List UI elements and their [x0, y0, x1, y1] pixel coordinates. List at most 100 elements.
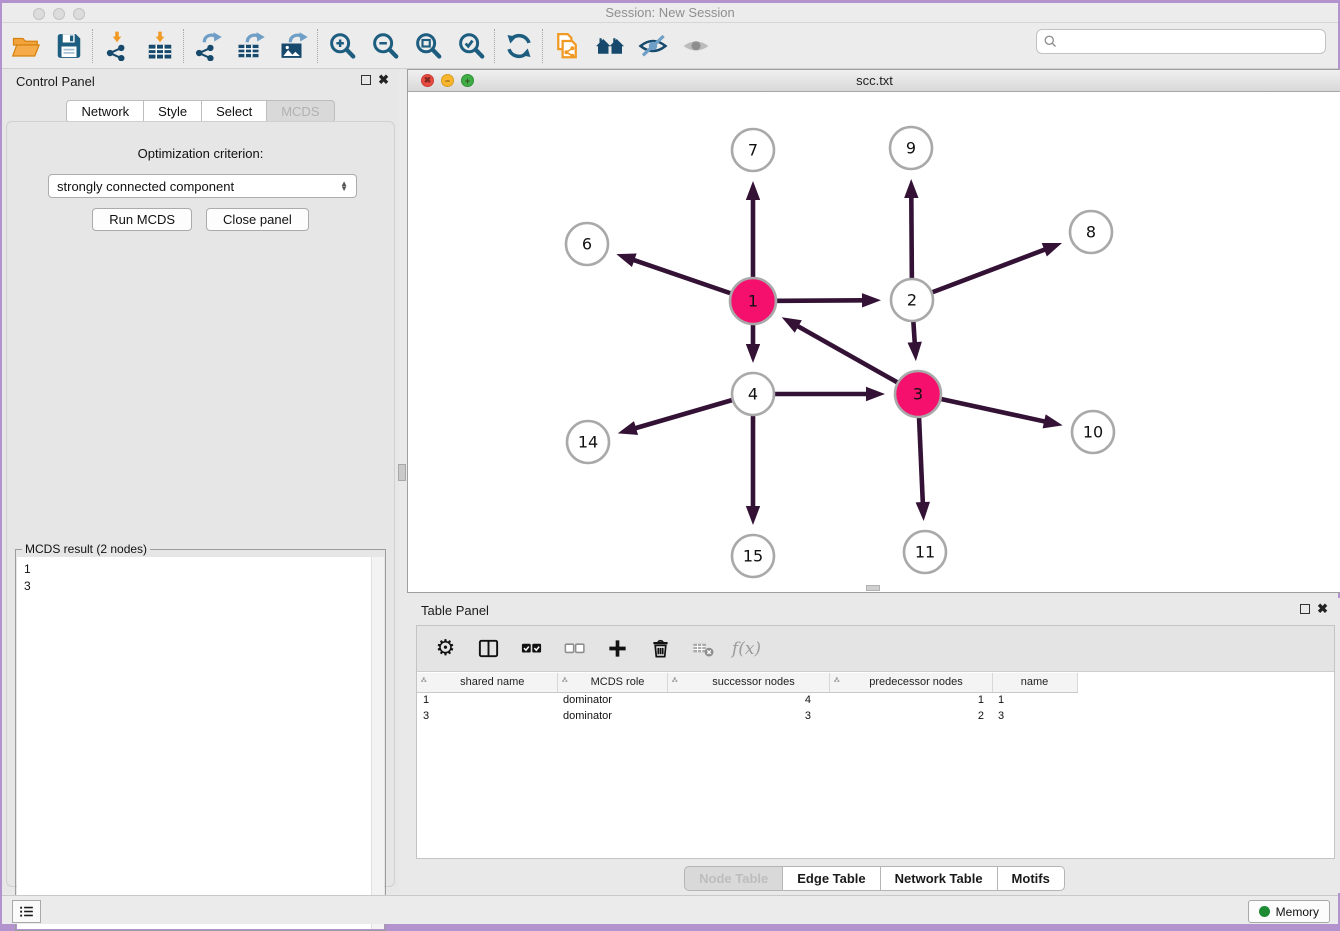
- open-file-button[interactable]: [4, 26, 47, 66]
- node-2[interactable]: 2: [891, 279, 933, 321]
- clone-network-button[interactable]: [545, 26, 588, 66]
- tab-mcds[interactable]: MCDS: [267, 100, 334, 123]
- column-header-MCDS-role[interactable]: MCDS role: [557, 673, 667, 692]
- search-box[interactable]: [1036, 29, 1326, 54]
- float-table-panel-icon[interactable]: [1300, 604, 1310, 614]
- node-table[interactable]: shared name MCDS role successor nodesprede…: [417, 673, 1334, 724]
- home-button[interactable]: [588, 26, 631, 66]
- node-1[interactable]: 1: [730, 278, 776, 324]
- cell-successor-nodes[interactable]: 4: [667, 692, 829, 708]
- node-label: 7: [748, 141, 758, 160]
- close-panel-icon[interactable]: ✖: [378, 74, 389, 86]
- table-panel-header: Table Panel ✖: [407, 598, 1340, 624]
- node-6[interactable]: 6: [566, 223, 608, 265]
- close-table-panel-icon[interactable]: ✖: [1317, 603, 1328, 615]
- add-column-icon: [606, 637, 629, 660]
- delete-column-button[interactable]: [642, 630, 679, 668]
- node-label: 11: [915, 543, 935, 562]
- split-view-button[interactable]: [470, 630, 507, 668]
- close-panel-button[interactable]: Close panel: [206, 208, 309, 231]
- tab-edge-table[interactable]: Edge Table: [783, 866, 880, 891]
- node-14[interactable]: 14: [567, 421, 609, 463]
- search-icon: [1043, 34, 1058, 49]
- select-all-button[interactable]: [513, 630, 550, 668]
- float-panel-icon[interactable]: [361, 75, 371, 85]
- arrowhead-2-3: [908, 342, 922, 361]
- node-10[interactable]: 10: [1072, 411, 1114, 453]
- cell-name[interactable]: 1: [992, 692, 1077, 708]
- zoom-fit-button[interactable]: [406, 26, 449, 66]
- node-3[interactable]: 3: [895, 371, 941, 417]
- zoom-out-icon: [370, 31, 400, 61]
- import-network-button[interactable]: [95, 26, 138, 66]
- node-7[interactable]: 7: [732, 129, 774, 171]
- task-history-button[interactable]: [12, 900, 41, 923]
- cell-MCDS-role[interactable]: dominator: [557, 708, 667, 724]
- tab-select[interactable]: Select: [202, 100, 267, 123]
- zoom-out-button[interactable]: [363, 26, 406, 66]
- tab-network-table[interactable]: Network Table: [881, 866, 998, 891]
- arrowhead-1-2: [862, 293, 881, 307]
- tab-style[interactable]: Style: [144, 100, 202, 123]
- run-mcds-button[interactable]: Run MCDS: [92, 208, 192, 231]
- node-11[interactable]: 11: [904, 531, 946, 573]
- tab-motifs[interactable]: Motifs: [998, 866, 1065, 891]
- cell-predecessor-nodes[interactable]: 1: [829, 692, 992, 708]
- split-pane-handle[interactable]: [398, 464, 406, 481]
- mcds-result-list[interactable]: 1 3: [17, 557, 371, 929]
- show-details-icon: [681, 31, 711, 61]
- node-label: 4: [748, 385, 758, 404]
- result-scrollbar[interactable]: [371, 557, 384, 929]
- window-title: Session: New Session: [2, 5, 1338, 20]
- cell-shared-name[interactable]: 3: [417, 708, 557, 724]
- unselect-all-button[interactable]: [556, 630, 593, 668]
- node-8[interactable]: 8: [1070, 211, 1112, 253]
- export-table-button[interactable]: [229, 26, 272, 66]
- arrowhead-3-11: [916, 502, 930, 521]
- node-label: 2: [907, 291, 917, 310]
- table-row[interactable]: 3dominator323: [417, 708, 1077, 724]
- column-label: MCDS role: [573, 676, 663, 688]
- import-table-button[interactable]: [138, 26, 181, 66]
- network-graph[interactable]: 7 9 6 8 1 2 4 3 14 10 15 11: [408, 92, 1340, 592]
- column-header-name[interactable]: name: [992, 673, 1077, 692]
- memory-button[interactable]: Memory: [1248, 900, 1330, 923]
- column-settings-button[interactable]: ⚙: [427, 630, 464, 668]
- column-header-successor-nodes[interactable]: successor nodes: [667, 673, 829, 692]
- network-hscroll-thumb[interactable]: [866, 585, 880, 591]
- import-table-icon: [145, 31, 175, 61]
- delete-table-icon: [692, 637, 715, 660]
- import-network-icon: [102, 31, 132, 61]
- node-label: 1: [748, 292, 758, 311]
- export-image-button[interactable]: [272, 26, 315, 66]
- node-label: 9: [906, 139, 916, 158]
- criterion-dropdown[interactable]: strongly connected component ▲▼: [48, 174, 357, 198]
- add-column-button[interactable]: [599, 630, 636, 668]
- show-details-button[interactable]: [674, 26, 717, 66]
- column-header-predecessor-nodes[interactable]: predecessor nodes: [829, 673, 992, 692]
- refresh-button[interactable]: [497, 26, 540, 66]
- hide-details-button[interactable]: [631, 26, 674, 66]
- node-15[interactable]: 15: [732, 535, 774, 577]
- save-session-icon: [54, 31, 84, 61]
- column-header-shared-name[interactable]: shared name: [417, 673, 557, 692]
- tab-network[interactable]: Network: [66, 100, 144, 123]
- optimization-criterion-label: Optimization criterion:: [7, 146, 394, 161]
- cell-name[interactable]: 3: [992, 708, 1077, 724]
- mcds-result-group: MCDS result (2 nodes) 1 3: [15, 549, 386, 931]
- node-9[interactable]: 9: [890, 127, 932, 169]
- cell-predecessor-nodes[interactable]: 2: [829, 708, 992, 724]
- cell-successor-nodes[interactable]: 3: [667, 708, 829, 724]
- cell-shared-name[interactable]: 1: [417, 692, 557, 708]
- table-row[interactable]: 1dominator411: [417, 692, 1077, 708]
- zoom-selected-button[interactable]: [449, 26, 492, 66]
- node-label: 8: [1086, 223, 1096, 242]
- node-4[interactable]: 4: [732, 373, 774, 415]
- tab-node-table[interactable]: Node Table: [684, 866, 783, 891]
- save-session-button[interactable]: [47, 26, 90, 66]
- search-input[interactable]: [1058, 32, 1325, 52]
- network-window-titlebar[interactable]: ✖ − + scc.txt: [408, 70, 1340, 92]
- cell-MCDS-role[interactable]: dominator: [557, 692, 667, 708]
- zoom-in-button[interactable]: [320, 26, 363, 66]
- export-network-button[interactable]: [186, 26, 229, 66]
